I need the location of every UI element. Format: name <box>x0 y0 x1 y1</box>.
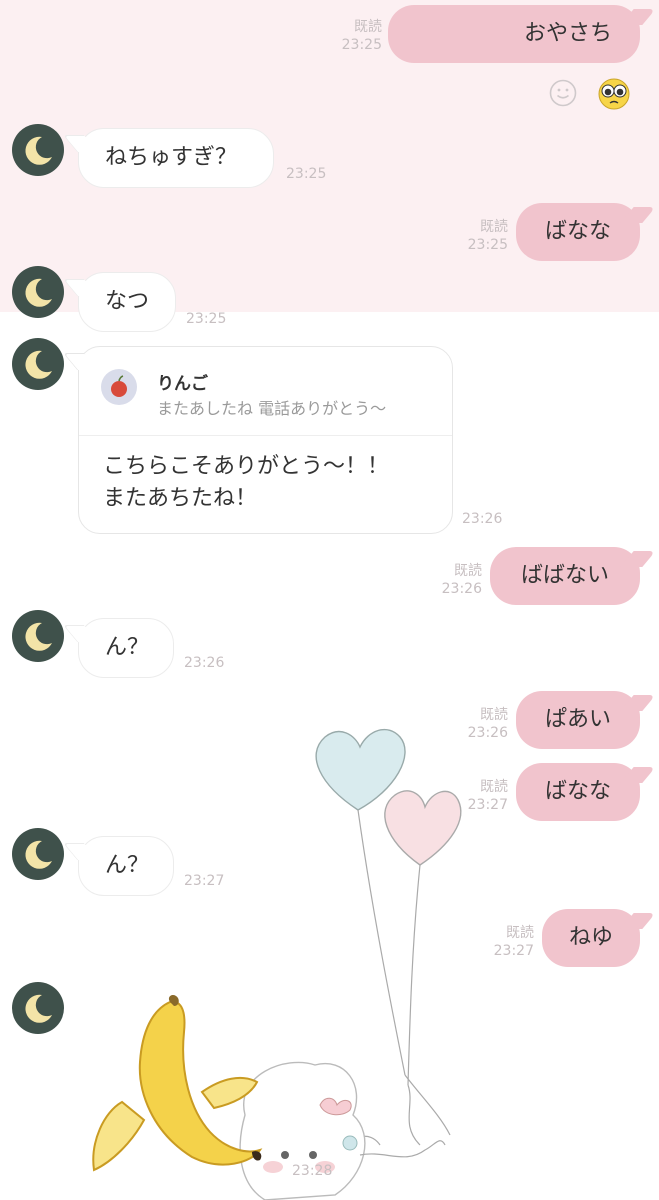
crescent-moon-icon[interactable] <box>12 338 64 390</box>
timestamp: 23:25 <box>286 166 327 182</box>
timestamp: 23:26 <box>462 511 503 527</box>
banana-sticker[interactable] <box>82 992 282 1187</box>
read-receipt: 既読 23:27 <box>467 779 508 813</box>
read-receipt: 既読 23:26 <box>467 707 508 741</box>
crescent-moon-icon[interactable] <box>12 982 64 1034</box>
message-bubble-outgoing[interactable]: ばなな <box>516 763 640 821</box>
crescent-moon-icon[interactable] <box>12 828 64 880</box>
timestamp: 23:27 <box>184 873 225 889</box>
message-text: ぱあい <box>544 707 611 732</box>
message-bubble-outgoing[interactable]: ねゆ <box>542 909 640 967</box>
crescent-moon-icon[interactable] <box>12 266 64 318</box>
message-bubble-incoming[interactable]: ん？ <box>78 618 174 678</box>
message-text: ん？ <box>105 853 150 878</box>
quoted-message-text: またあしたね 電話ありがとう〜 <box>157 399 387 418</box>
message-bubble-incoming[interactable]: ん？ <box>78 836 174 896</box>
reply-message-card[interactable]: りんご またあしたね 電話ありがとう〜 こちらこそありがとう〜！！ またあちたね… <box>78 346 453 534</box>
crescent-moon-icon[interactable] <box>12 124 64 176</box>
crescent-moon-icon[interactable] <box>12 610 64 662</box>
message-text: おやさち <box>523 21 612 46</box>
divider <box>79 435 452 436</box>
message-text: なつ <box>105 289 150 314</box>
message-text: ばなな <box>544 219 611 244</box>
message-text: ねちゅすぎ？ <box>105 145 238 170</box>
message-text: ねゆ <box>568 925 613 950</box>
quoted-sender-name: りんご <box>157 374 208 394</box>
message-text: こちらこそありがとう〜！！ またあちたね！ <box>103 454 390 511</box>
apple-avatar-icon <box>101 369 137 405</box>
message-bubble-incoming[interactable]: なつ <box>78 272 176 332</box>
add-reaction-smiley-icon[interactable] <box>548 78 578 108</box>
read-receipt: 既読 23:25 <box>467 219 508 253</box>
read-receipt: 既読 23:25 <box>341 19 382 53</box>
read-receipt: 既読 23:26 <box>441 563 482 597</box>
timestamp: 23:26 <box>184 655 225 671</box>
message-bubble-outgoing[interactable]: ばばない <box>490 547 640 605</box>
timestamp: 23:28 <box>292 1163 333 1179</box>
message-text: ばばない <box>520 563 609 588</box>
message-bubble-outgoing[interactable]: ぱあい <box>516 691 640 749</box>
message-bubble-outgoing[interactable]: おやさち <box>388 5 640 63</box>
read-receipt: 既読 23:27 <box>493 925 534 959</box>
timestamp: 23:25 <box>186 311 227 327</box>
pleading-face-emoji[interactable] <box>596 76 632 112</box>
message-bubble-incoming[interactable]: ねちゅすぎ？ <box>78 128 274 188</box>
message-text: ばなな <box>544 779 611 804</box>
message-text: ん？ <box>105 635 150 660</box>
message-bubble-outgoing[interactable]: ばなな <box>516 203 640 261</box>
